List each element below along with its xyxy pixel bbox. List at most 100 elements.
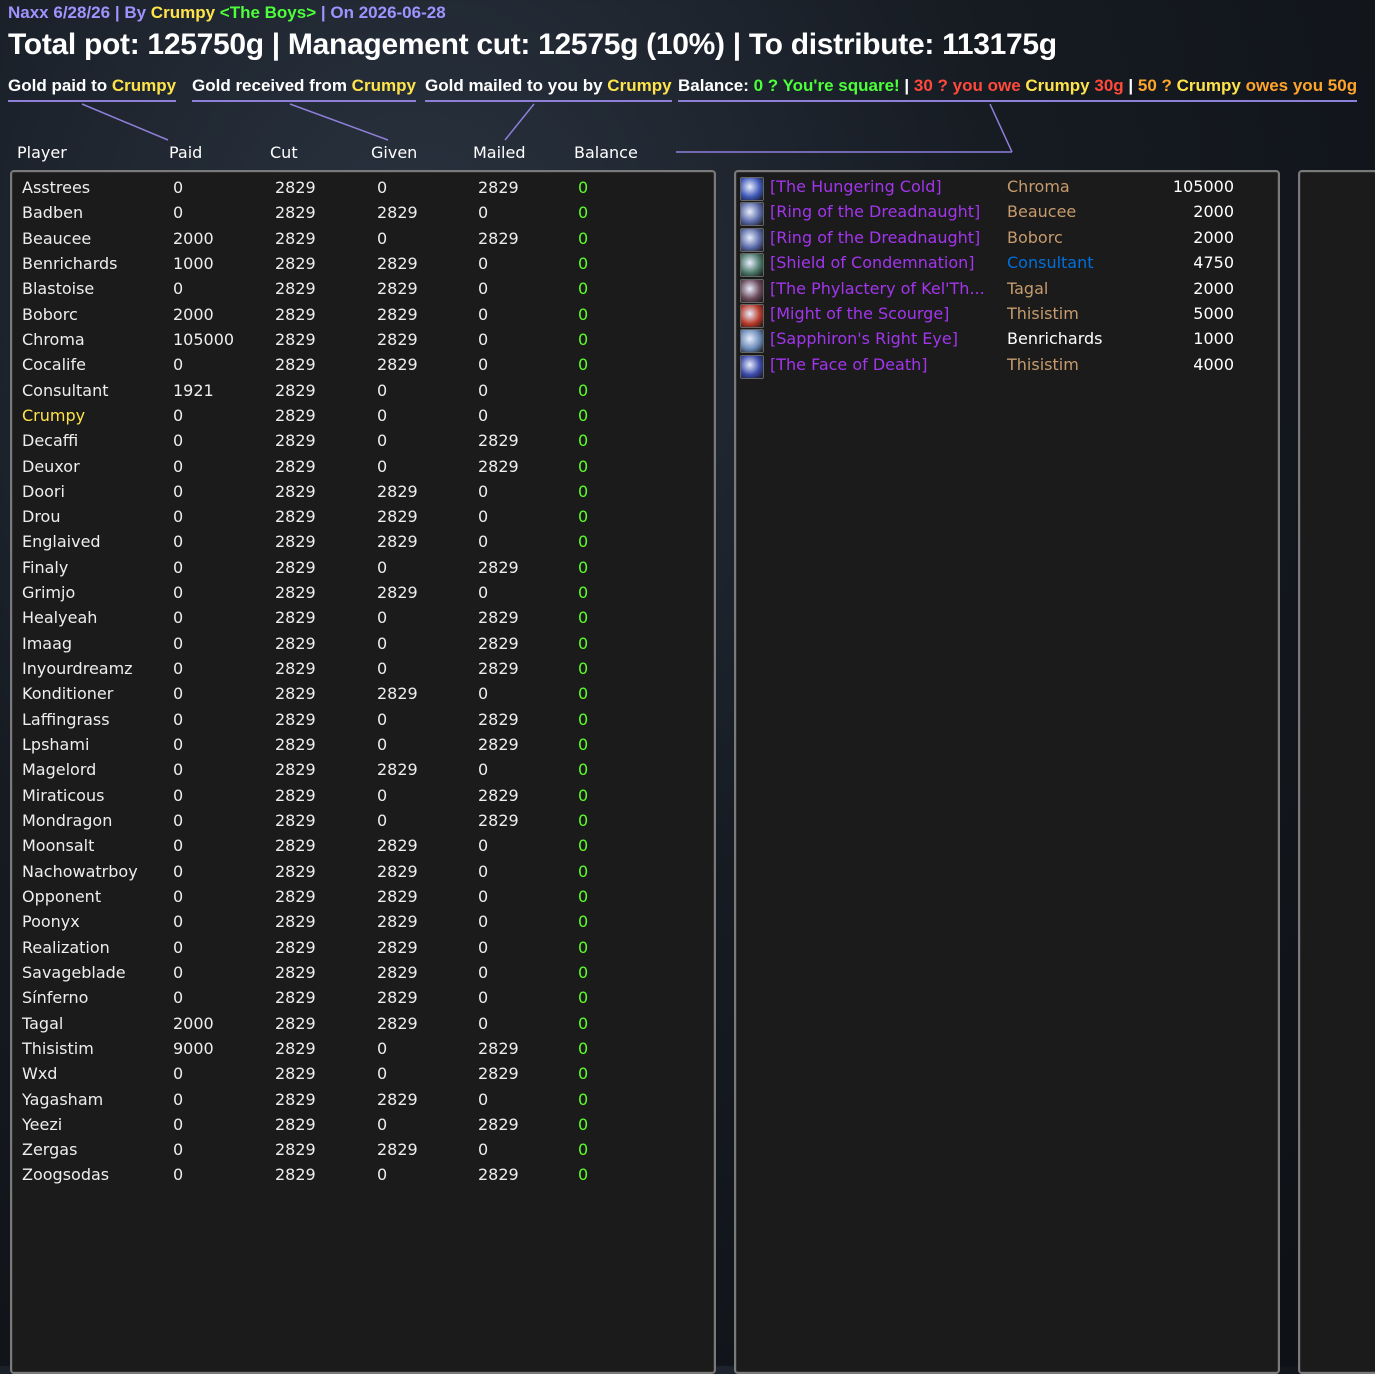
item-link[interactable]: [Shield of Condemnation]: [770, 253, 975, 272]
col-paid[interactable]: Paid: [169, 143, 202, 162]
player-name: Badben: [22, 203, 84, 223]
item-link[interactable]: [The Phylactery of Kel'Th...: [770, 279, 985, 298]
table-row[interactable]: Savageblade 0 2829 2829 0 0: [12, 963, 712, 987]
list-item[interactable]: [The Face of Death] Thisistim 4000: [736, 354, 1276, 379]
balance-value: 0: [578, 431, 589, 451]
given-value: 0: [377, 659, 388, 679]
paid-value: 0: [173, 481, 184, 501]
table-row[interactable]: Lpshami 0 2829 0 2829 0: [12, 735, 712, 759]
table-row[interactable]: Deuxor 0 2829 0 2829 0: [12, 457, 712, 481]
player-name: Imaag: [22, 633, 73, 653]
scourge-icon: [740, 304, 764, 328]
table-row[interactable]: Asstrees 0 2829 0 2829 0: [12, 178, 712, 202]
table-row[interactable]: Inyourdreamz 0 2829 0 2829 0: [12, 659, 712, 683]
table-row[interactable]: Konditioner 0 2829 2829 0 0: [12, 684, 712, 708]
player-name: Zoogsodas: [22, 1165, 110, 1185]
cut-value: 2829: [275, 355, 316, 375]
table-row[interactable]: Sínferno 0 2829 2829 0 0: [12, 988, 712, 1012]
item-link[interactable]: [Might of the Scourge]: [770, 304, 949, 323]
table-row[interactable]: Benrichards 1000 2829 2829 0 0: [12, 254, 712, 278]
mailed-value: 0: [478, 329, 489, 349]
cut-value: 2829: [275, 760, 316, 780]
given-value: 0: [377, 1064, 388, 1084]
table-row[interactable]: Boborc 2000 2829 2829 0 0: [12, 305, 712, 329]
mailed-value: 0: [478, 1013, 489, 1033]
given-value: 2829: [377, 886, 418, 906]
col-mailed[interactable]: Mailed: [473, 143, 526, 162]
table-row[interactable]: Beaucee 2000 2829 0 2829 0: [12, 229, 712, 253]
table-row[interactable]: Opponent 0 2829 2829 0 0: [12, 887, 712, 911]
given-value: 2829: [377, 836, 418, 856]
table-row[interactable]: Zergas 0 2829 2829 0 0: [12, 1140, 712, 1164]
mailed-value: 2829: [478, 557, 519, 577]
table-row[interactable]: Thisistim 9000 2829 0 2829 0: [12, 1039, 712, 1063]
paid-value: 0: [173, 1140, 184, 1160]
table-row[interactable]: Finaly 0 2829 0 2829 0: [12, 558, 712, 582]
item-link[interactable]: [Ring of the Dreadnaught]: [770, 228, 980, 247]
list-item[interactable]: [The Hungering Cold] Chroma 105000: [736, 177, 1276, 201]
cut-value: 2829: [275, 1114, 316, 1134]
item-price: 2000: [1193, 278, 1234, 298]
table-row[interactable]: Miraticous 0 2829 0 2829 0: [12, 786, 712, 810]
table-row[interactable]: Mondragon 0 2829 0 2829 0: [12, 811, 712, 835]
table-row[interactable]: Cocalife 0 2829 2829 0 0: [12, 355, 712, 379]
list-item[interactable]: [The Phylactery of Kel'Th... Tagal 2000: [736, 278, 1276, 303]
col-player[interactable]: Player: [17, 143, 67, 162]
balance-value: 0: [578, 735, 589, 755]
table-row[interactable]: Englaived 0 2829 2829 0 0: [12, 532, 712, 556]
balance-value: 0: [578, 507, 589, 527]
col-balance[interactable]: Balance: [574, 143, 638, 162]
table-row[interactable]: Healyeah 0 2829 0 2829 0: [12, 608, 712, 632]
balance-value: 0: [578, 279, 589, 299]
table-row[interactable]: Poonyx 0 2829 2829 0 0: [12, 912, 712, 936]
table-row[interactable]: Yeezi 0 2829 0 2829 0: [12, 1115, 712, 1139]
list-item[interactable]: [Might of the Scourge] Thisistim 5000: [736, 304, 1276, 328]
paid-value: 0: [173, 178, 184, 197]
player-name: Finaly: [22, 557, 69, 577]
player-name: Drou: [22, 507, 61, 527]
table-row[interactable]: Tagal 2000 2829 2829 0 0: [12, 1014, 712, 1038]
list-item[interactable]: [Sapphiron's Right Eye] Benrichards 1000: [736, 329, 1276, 354]
table-row[interactable]: Consultant 1921 2829 0 0 0: [12, 381, 712, 405]
list-item[interactable]: [Ring of the Dreadnaught] Boborc 2000: [736, 227, 1276, 252]
table-row[interactable]: Moonsalt 0 2829 2829 0 0: [12, 836, 712, 860]
player-name: Opponent: [22, 886, 102, 906]
table-row[interactable]: Yagasham 0 2829 2829 0 0: [12, 1090, 712, 1114]
table-row[interactable]: Imaag 0 2829 0 2829 0: [12, 634, 712, 658]
given-value: 0: [377, 557, 388, 577]
table-row[interactable]: Doori 0 2829 2829 0 0: [12, 482, 712, 506]
balance-value: 0: [578, 886, 589, 906]
table-row[interactable]: Badben 0 2829 2829 0 0: [12, 203, 712, 227]
table-row[interactable]: Wxd 0 2829 0 2829 0: [12, 1064, 712, 1088]
balance-value: 0: [578, 684, 589, 704]
paid-value: 0: [173, 659, 184, 679]
table-row[interactable]: Nachowatrboy 0 2829 2829 0 0: [12, 862, 712, 886]
table-row[interactable]: Crumpy 0 2829 0 0 0: [12, 406, 712, 430]
table-row[interactable]: Laffingrass 0 2829 0 2829 0: [12, 710, 712, 734]
player-name: Inyourdreamz: [22, 659, 133, 679]
paid-value: 0: [173, 684, 184, 704]
item-link[interactable]: [The Hungering Cold]: [770, 177, 942, 196]
table-row[interactable]: Drou 0 2829 2829 0 0: [12, 507, 712, 531]
player-name: Chroma: [22, 329, 85, 349]
balance-value: 0: [578, 329, 589, 349]
balance-value: 0: [578, 583, 589, 603]
table-row[interactable]: Blastoise 0 2829 2829 0 0: [12, 279, 712, 303]
cut-value: 2829: [275, 329, 316, 349]
col-given[interactable]: Given: [371, 143, 417, 162]
paid-value: 0: [173, 431, 184, 451]
item-winner: Boborc: [1007, 227, 1063, 247]
list-item[interactable]: [Shield of Condemnation] Consultant 4750: [736, 253, 1276, 278]
col-cut[interactable]: Cut: [270, 143, 298, 162]
table-row[interactable]: Decaffi 0 2829 0 2829 0: [12, 431, 712, 455]
table-row[interactable]: Zoogsodas 0 2829 0 2829 0: [12, 1165, 712, 1189]
table-row[interactable]: Grimjo 0 2829 2829 0 0: [12, 583, 712, 607]
paid-value: 0: [173, 760, 184, 780]
item-link[interactable]: [Ring of the Dreadnaught]: [770, 202, 980, 221]
item-link[interactable]: [The Face of Death]: [770, 355, 927, 374]
list-item[interactable]: [Ring of the Dreadnaught] Beaucee 2000: [736, 202, 1276, 227]
table-row[interactable]: Realization 0 2829 2829 0 0: [12, 938, 712, 962]
table-row[interactable]: Magelord 0 2829 2829 0 0: [12, 760, 712, 784]
item-link[interactable]: [Sapphiron's Right Eye]: [770, 329, 958, 348]
table-row[interactable]: Chroma 105000 2829 2829 0 0: [12, 330, 712, 354]
